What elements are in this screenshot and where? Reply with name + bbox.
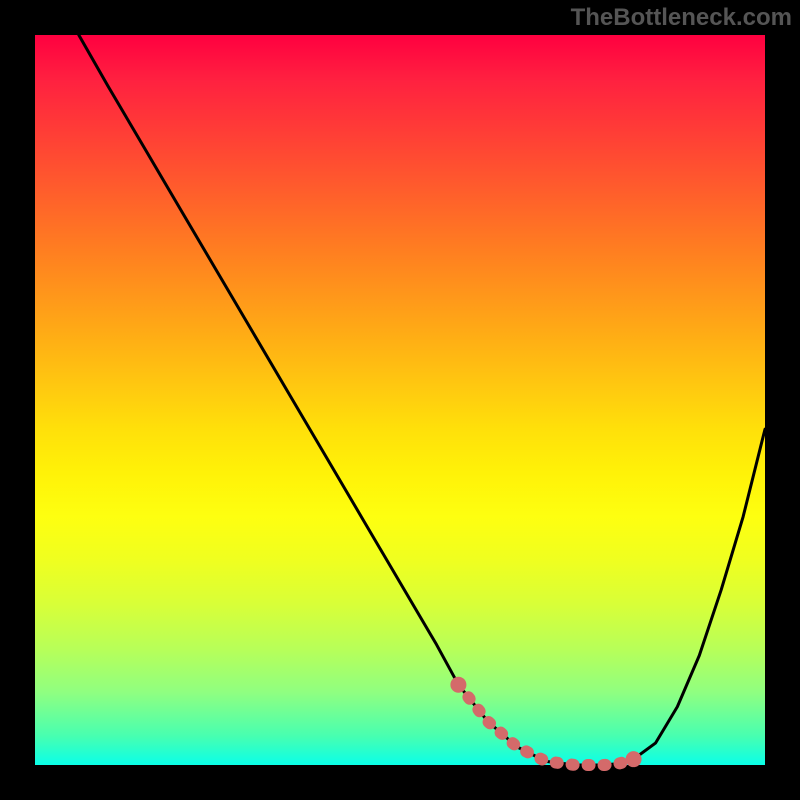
bottleneck-chart <box>35 35 765 765</box>
watermark-label: TheBottleneck.com <box>571 4 792 32</box>
chart-frame: TheBottleneck.com <box>0 0 800 800</box>
bottleneck-curve <box>79 35 765 765</box>
flat-segment-highlight-endpoint <box>626 751 642 767</box>
plot-area <box>35 35 765 765</box>
flat-segment-highlight <box>458 685 633 765</box>
flat-segment-highlight-endpoint <box>450 677 466 693</box>
